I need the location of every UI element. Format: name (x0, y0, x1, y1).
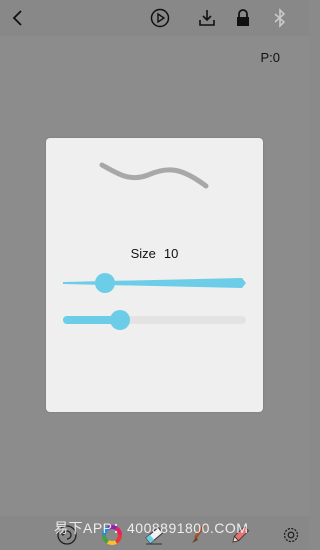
bluetooth-icon[interactable] (270, 8, 290, 28)
size-label: Size (130, 246, 156, 261)
top-toolbar (0, 0, 309, 36)
watermark-text: 易下APP：4008891800.COM (54, 520, 249, 536)
settings-icon[interactable] (280, 524, 302, 546)
size-slider-thumb[interactable] (95, 273, 116, 293)
size-slider[interactable] (63, 273, 246, 293)
opacity-slider[interactable] (63, 310, 246, 330)
lock-icon[interactable] (233, 8, 253, 28)
size-row: Size 10 (46, 246, 263, 261)
opacity-slider-thumb[interactable] (109, 310, 130, 330)
stroke-preview (99, 162, 209, 189)
pen-settings-dialog: Size 10 (46, 138, 263, 412)
download-icon[interactable] (197, 8, 217, 28)
back-icon[interactable] (8, 8, 28, 28)
page-counter: P:0 (260, 50, 280, 65)
size-slider-track (63, 278, 246, 288)
size-value: 10 (163, 246, 179, 261)
play-icon[interactable] (150, 8, 170, 28)
